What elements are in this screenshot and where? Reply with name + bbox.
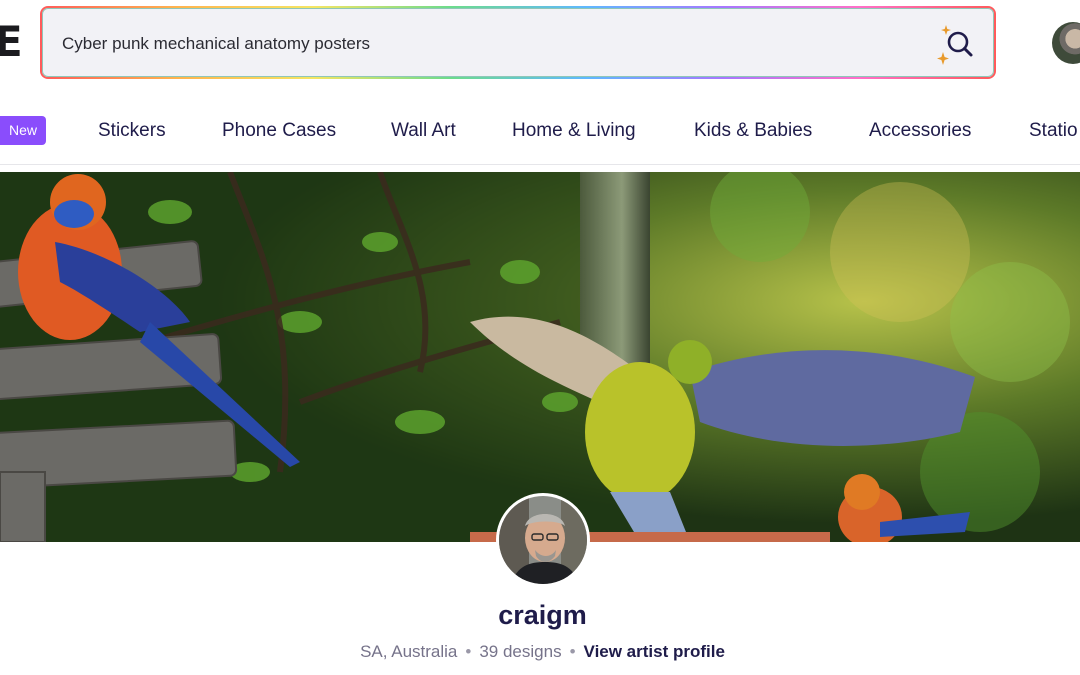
sparkle-search-icon[interactable]: [936, 22, 976, 66]
nav-item-phone-cases[interactable]: Phone Cases: [222, 120, 336, 142]
site-logo[interactable]: E: [0, 20, 23, 64]
artist-meta: SA, Australia • 39 designs • View artist pro…: [0, 642, 1080, 662]
avatar-photo: [499, 496, 587, 584]
nav-item-wall-art[interactable]: Wall Art: [391, 120, 456, 142]
category-nav: New Stickers Phone Cases Wall Art Home &…: [0, 100, 1080, 165]
separator-dot: •: [465, 642, 472, 661]
nav-item-accessories[interactable]: Accessories: [869, 120, 971, 142]
nav-item-stationery[interactable]: Statio: [1029, 120, 1078, 142]
account-avatar[interactable]: [1052, 22, 1080, 64]
new-badge[interactable]: New: [0, 116, 46, 145]
artist-username: craigm: [498, 600, 587, 630]
artist-location: SA, Australia: [360, 642, 458, 661]
nav-item-home-living[interactable]: Home & Living: [512, 120, 636, 142]
view-artist-profile-link[interactable]: View artist profile: [584, 642, 725, 661]
cover-image: [0, 172, 1080, 542]
search-bar: [40, 6, 996, 79]
search-box: [42, 8, 994, 77]
separator-dot: •: [569, 642, 576, 661]
artist-design-count[interactable]: 39 designs: [479, 642, 561, 661]
artist-avatar[interactable]: [496, 493, 590, 587]
nav-item-stickers[interactable]: Stickers: [98, 120, 166, 142]
search-input[interactable]: [62, 30, 882, 58]
nav-item-kids-babies[interactable]: Kids & Babies: [694, 120, 812, 142]
